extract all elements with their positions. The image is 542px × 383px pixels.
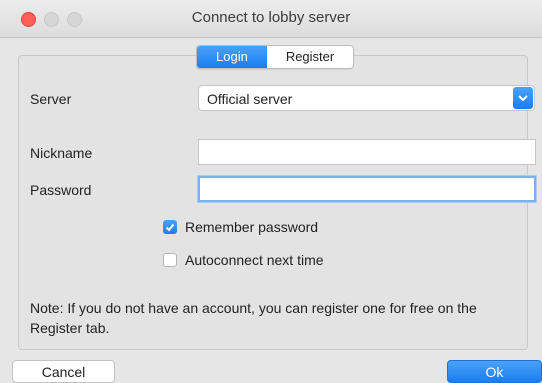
nickname-input[interactable]: [198, 139, 536, 165]
autoconnect-label[interactable]: Autoconnect next time: [185, 252, 324, 268]
server-select[interactable]: Official server: [198, 85, 535, 111]
remember-password-option[interactable]: Remember password: [163, 219, 318, 235]
autoconnect-option[interactable]: Autoconnect next time: [163, 252, 324, 268]
tab-login[interactable]: Login: [197, 46, 267, 68]
register-note: Note: If you do not have an account, you…: [30, 300, 477, 336]
title-bar: Connect to lobby server: [0, 0, 542, 38]
password-input[interactable]: [198, 176, 536, 202]
remember-password-checkbox[interactable]: [163, 220, 177, 234]
remember-password-label[interactable]: Remember password: [185, 219, 318, 235]
autoconnect-checkbox[interactable]: [163, 253, 177, 267]
server-label: Server: [30, 91, 72, 107]
tab-bar: Login Register: [196, 45, 355, 69]
server-select-value: Official server: [207, 91, 293, 107]
nickname-label: Nickname: [30, 145, 93, 161]
window-title: Connect to lobby server: [191, 9, 351, 26]
checkmark-icon: [165, 223, 175, 231]
cancel-button[interactable]: Cancel: [12, 360, 115, 383]
password-label: Password: [30, 182, 92, 198]
chevron-down-icon[interactable]: [513, 87, 533, 109]
tab-register[interactable]: Register: [267, 46, 353, 68]
ok-button[interactable]: Ok: [447, 360, 542, 383]
